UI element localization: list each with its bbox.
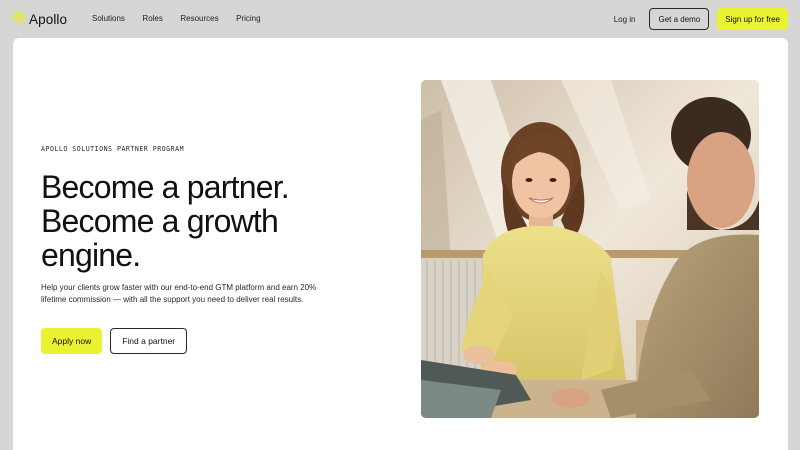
logo-text: Apollo bbox=[29, 12, 68, 27]
apollo-logo[interactable]: Apollo bbox=[12, 10, 67, 29]
headline-line-2: Become a growth bbox=[41, 203, 279, 239]
nav-link-solutions[interactable]: Solutions bbox=[92, 14, 125, 23]
nav-link-resources[interactable]: Resources bbox=[180, 14, 218, 23]
nav-link-pricing[interactable]: Pricing bbox=[236, 14, 260, 23]
hero-photo bbox=[421, 80, 759, 418]
cta-row: Apply now Find a partner bbox=[41, 328, 188, 354]
primary-nav: Solutions Roles Resources Pricing bbox=[92, 14, 278, 23]
hero-card: APOLLO SOLUTIONS PARTNER PROGRAM Become … bbox=[13, 38, 788, 450]
hero-description: Help your clients grow faster with our e… bbox=[41, 283, 317, 304]
hero-photo-illustration bbox=[421, 80, 759, 418]
apply-now-button[interactable]: Apply now bbox=[41, 328, 103, 354]
headline-line-3: engine. bbox=[41, 237, 141, 273]
nav-link-roles[interactable]: Roles bbox=[142, 14, 162, 23]
eyebrow-label: APOLLO SOLUTIONS PARTNER PROGRAM bbox=[41, 145, 185, 153]
page-title: Become a partner. Become a growth engine… bbox=[41, 170, 371, 272]
find-partner-button[interactable]: Find a partner bbox=[110, 328, 188, 354]
top-nav: Apollo Solutions Roles Resources Pricing… bbox=[0, 0, 800, 38]
login-link[interactable]: Log in bbox=[614, 15, 636, 24]
headline-line-1: Become a partner. bbox=[41, 169, 290, 205]
signup-button[interactable]: Sign up for free bbox=[717, 8, 788, 30]
sun-burst-icon bbox=[12, 10, 26, 29]
nav-actions: Log in Get a demo Sign up for free bbox=[614, 8, 788, 30]
get-demo-button[interactable]: Get a demo bbox=[649, 8, 710, 30]
